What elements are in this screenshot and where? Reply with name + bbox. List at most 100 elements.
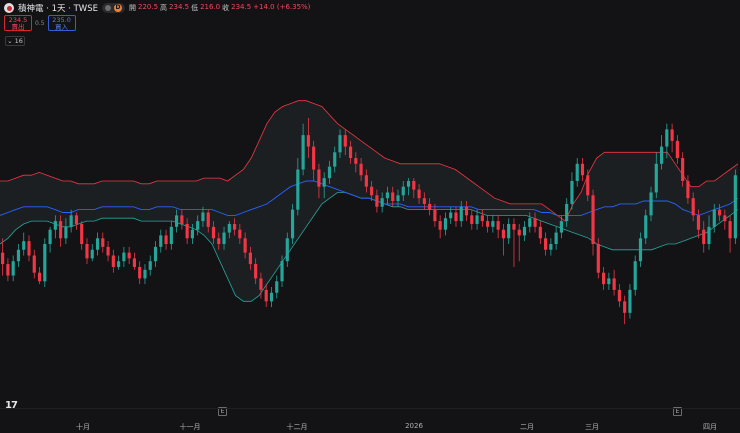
candle-body[interactable] [169,226,173,245]
candle-body[interactable] [406,180,411,187]
candle-body[interactable] [591,195,595,245]
candle-body[interactable] [43,244,47,282]
candle-body[interactable] [454,212,458,222]
candle-body[interactable] [681,158,685,181]
candle-body[interactable] [269,292,274,302]
candle-body[interactable] [74,215,79,224]
candle-body[interactable] [528,218,532,227]
candle-body[interactable] [712,209,716,227]
candle-body[interactable] [649,192,653,216]
candle-body[interactable] [217,238,221,245]
candle-body[interactable] [723,215,727,222]
candle-body[interactable] [544,238,548,250]
candle-body[interactable] [464,206,469,216]
candle-body[interactable] [32,255,36,273]
candle-body[interactable] [185,223,189,239]
candle-body[interactable] [159,235,163,247]
candle-body[interactable] [491,221,495,227]
buy-button[interactable]: 235.0 買入 [47,15,76,31]
candle-body[interactable] [354,158,358,164]
candle-body[interactable] [53,221,57,230]
candle-body[interactable] [280,261,284,282]
candle-body[interactable] [570,180,574,204]
candlestick-chart-svg[interactable] [0,0,740,408]
candle-body[interactable] [496,221,500,230]
candle-body[interactable] [691,198,695,216]
candle-body[interactable] [391,192,395,202]
candle-body[interactable] [322,178,326,187]
candle-body[interactable] [480,215,484,222]
candle-body[interactable] [417,189,421,199]
candle-body[interactable] [428,203,432,210]
candle-body[interactable] [296,169,300,210]
candle-body[interactable] [227,223,231,233]
candle-body[interactable] [348,146,353,159]
candle-body[interactable] [501,229,506,239]
candle-body[interactable] [327,166,332,179]
candle-body[interactable] [11,261,15,276]
candle-body[interactable] [443,218,448,230]
candle-body[interactable] [686,180,690,199]
candle-body[interactable] [85,244,89,259]
candle-body[interactable] [559,221,563,233]
candle-body[interactable] [575,163,579,181]
candle-body[interactable] [385,192,390,199]
candle-body[interactable] [675,140,679,159]
candle-body[interactable] [422,198,426,204]
candle-body[interactable] [654,163,658,193]
candle-body[interactable] [143,269,147,279]
candle-body[interactable] [101,238,105,247]
candle-body[interactable] [69,215,73,227]
candle-body[interactable] [507,223,511,239]
candle-body[interactable] [533,218,537,227]
candle-body[interactable] [707,226,711,245]
candle-body[interactable] [644,215,648,239]
candle-body[interactable] [232,223,237,230]
candle-body[interactable] [285,238,289,262]
candle-body[interactable] [470,215,474,224]
candle-body[interactable] [238,229,242,239]
candle-body[interactable] [538,226,542,239]
candle-body[interactable] [623,301,627,313]
candle-body[interactable] [449,212,453,219]
candle-body[interactable] [196,221,200,230]
candle-body[interactable] [206,212,210,227]
candle-body[interactable] [633,261,637,290]
candle-body[interactable] [290,209,295,239]
price-chart[interactable]: 積神電 · 1天 · TWSE D 開 220.5 高 234.5 低 216.0 收… [0,0,740,408]
candle-body[interactable] [580,163,585,176]
candle-body[interactable] [138,266,142,279]
candle-body[interactable] [312,146,316,170]
candle-body[interactable] [601,272,606,285]
candle-body[interactable] [243,238,247,253]
candle-body[interactable] [338,135,342,153]
candle-body[interactable] [264,289,268,302]
candle-body[interactable] [596,244,600,273]
candle-body[interactable] [628,289,632,313]
candle-body[interactable] [586,175,590,196]
candle-body[interactable] [380,198,384,207]
candle-body[interactable] [254,264,258,279]
candle-body[interactable] [638,238,643,262]
candle-body[interactable] [306,135,310,147]
candle-body[interactable] [111,255,115,267]
sell-button[interactable]: 234.5 賣出 [4,15,32,31]
candle-body[interactable] [190,229,194,239]
candle-body[interactable] [37,272,42,282]
candle-body[interactable] [702,229,706,245]
candle-body[interactable] [64,226,68,239]
indicators-toggle-button[interactable]: ⌄ 16 [5,36,25,46]
candle-body[interactable] [522,226,527,236]
candle-body[interactable] [728,221,732,239]
candle-body[interactable] [412,180,416,190]
candle-body[interactable] [148,261,152,270]
candle-body[interactable] [201,212,205,222]
candle-body[interactable] [359,163,363,176]
candle-body[interactable] [106,246,110,256]
candle-body[interactable] [6,264,10,276]
candle-body[interactable] [438,221,442,230]
status-pill[interactable]: D [101,3,125,13]
time-axis[interactable]: 十月 十一月 十二月 2026 二月 三月 四月 [0,408,740,433]
candle-body[interactable] [301,135,305,170]
candle-body[interactable] [375,195,379,207]
